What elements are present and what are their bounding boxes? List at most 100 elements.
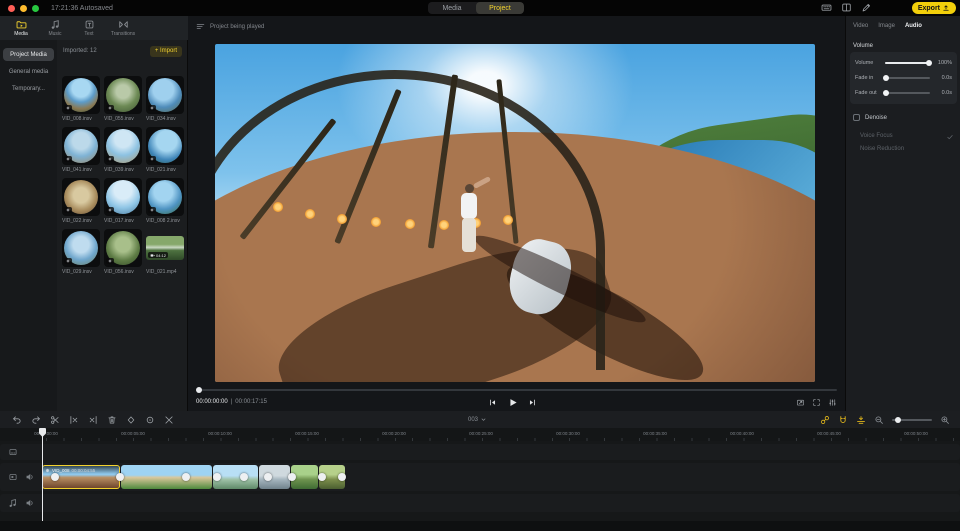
imported-count: Imported: 12 xyxy=(63,48,97,54)
zoom-out-button[interactable] xyxy=(874,415,884,425)
volume-slider-knob[interactable] xyxy=(926,60,932,66)
timeline-clip[interactable] xyxy=(121,465,212,489)
media-item[interactable]: VID_021.insv xyxy=(146,127,184,173)
minimize-window-button[interactable] xyxy=(20,5,27,12)
aspect-ratio-icon[interactable] xyxy=(796,398,805,407)
zoom-window-button[interactable] xyxy=(32,5,39,12)
fade-in-slider[interactable] xyxy=(885,77,930,79)
volume-slider[interactable] xyxy=(885,62,930,64)
tab-music[interactable]: Music xyxy=(40,19,70,37)
auto-snap-button[interactable] xyxy=(856,415,866,425)
tab-image[interactable]: Image xyxy=(878,23,895,29)
transition-handle[interactable] xyxy=(318,473,326,481)
zoom-in-button[interactable] xyxy=(940,415,950,425)
caption-track[interactable] xyxy=(0,444,960,460)
tab-media[interactable]: Media xyxy=(6,19,36,37)
rail-temporary[interactable]: Temporary... xyxy=(3,82,54,95)
tab-transitions[interactable]: Transitions xyxy=(108,19,138,37)
preview-settings-icon[interactable] xyxy=(828,398,837,407)
undo-button[interactable] xyxy=(12,415,22,425)
noise-reduction-label[interactable]: Noise Reduction xyxy=(860,146,904,152)
transition-handle[interactable] xyxy=(240,473,248,481)
tab-project-view[interactable]: Project xyxy=(476,2,524,14)
tab-media-view[interactable]: Media xyxy=(428,2,476,14)
transition-handle[interactable] xyxy=(182,473,190,481)
tab-audio[interactable]: Audio xyxy=(905,23,922,29)
timeline-ruler[interactable]: 00:00:00:00 00:00:05:00 00:00:10:00 00:0… xyxy=(0,428,960,441)
tab-video[interactable]: Video xyxy=(853,23,868,29)
marker-button[interactable] xyxy=(145,415,155,425)
media-item[interactable]: VID_029.insv xyxy=(62,229,100,275)
text-icon xyxy=(84,19,95,30)
export-icon xyxy=(942,4,950,12)
media-item[interactable]: VID_039.insv xyxy=(104,127,142,173)
delete-button[interactable] xyxy=(107,415,117,425)
media-item[interactable]: VID_017.insv xyxy=(104,178,142,224)
magnet-snap-button[interactable] xyxy=(838,415,848,425)
timeline-scroll-area[interactable] xyxy=(0,521,960,531)
speaker-icon[interactable] xyxy=(25,498,35,508)
media-item[interactable]: 04:12 VID_021.mp4 xyxy=(146,229,184,275)
music-track[interactable] xyxy=(0,494,960,512)
clip-counter-dropdown[interactable]: 003 xyxy=(468,411,487,428)
video-viewport[interactable] xyxy=(215,44,815,382)
trim-left-button[interactable] xyxy=(69,415,79,425)
media-item[interactable]: VID_022.insv xyxy=(62,178,100,224)
play-button[interactable] xyxy=(507,397,518,408)
split-button[interactable] xyxy=(50,415,60,425)
keyboard-shortcuts-icon[interactable] xyxy=(821,2,832,13)
media-item[interactable]: VID_008 2.insv xyxy=(146,178,184,224)
media-item[interactable]: VID_041.insv xyxy=(62,127,100,173)
timeline-zoom-knob[interactable] xyxy=(895,417,901,423)
fade-out-slider-knob[interactable] xyxy=(883,90,889,96)
mapping-button[interactable] xyxy=(164,415,174,425)
rail-project-media[interactable]: Project Media xyxy=(3,48,54,61)
previous-frame-button[interactable] xyxy=(488,398,497,407)
folder-media-icon xyxy=(16,19,27,30)
close-window-button[interactable] xyxy=(8,5,15,12)
link-clips-button[interactable] xyxy=(820,415,830,425)
transition-handle[interactable] xyxy=(116,473,124,481)
media-item[interactable]: VID_055.insv xyxy=(104,76,142,122)
preview-status: Project being played xyxy=(210,24,264,30)
fade-out-slider[interactable] xyxy=(885,92,930,94)
preview-seekbar[interactable] xyxy=(196,388,837,392)
denoise-checkbox[interactable] xyxy=(853,114,860,121)
fullscreen-icon[interactable] xyxy=(812,398,821,407)
transition-handle[interactable] xyxy=(264,473,272,481)
keyframe-button[interactable] xyxy=(126,415,136,425)
redo-button[interactable] xyxy=(31,415,41,425)
volume-section-title: Volume xyxy=(853,43,873,49)
360-icon xyxy=(108,106,112,110)
export-button[interactable]: Export xyxy=(912,2,956,14)
seek-handle[interactable] xyxy=(196,387,202,393)
transition-handle[interactable] xyxy=(288,473,296,481)
timeline-panel: 003 00:00:00:00 00:00:05:00 00:00:10:00 … xyxy=(0,411,960,531)
fade-in-slider-knob[interactable] xyxy=(883,75,889,81)
trim-right-button[interactable] xyxy=(88,415,98,425)
check-icon xyxy=(946,133,954,141)
tab-text[interactable]: Text xyxy=(74,19,104,37)
denoise-label: Denoise xyxy=(865,115,887,121)
transition-handle[interactable] xyxy=(338,473,346,481)
next-frame-button[interactable] xyxy=(528,398,537,407)
media-item[interactable]: VID_034.insv xyxy=(146,76,184,122)
import-button[interactable]: + Import xyxy=(150,46,182,57)
titlebar: 17:21:36 Autosaved Media Project Export xyxy=(0,0,960,16)
rail-general-media[interactable]: General media xyxy=(3,65,54,78)
playhead-line xyxy=(42,428,43,521)
timeline-zoom-slider[interactable] xyxy=(892,419,932,421)
transition-handle[interactable] xyxy=(51,473,59,481)
media-item[interactable]: VID_056.insv xyxy=(104,229,142,275)
camera-icon xyxy=(150,253,155,258)
voice-focus-label[interactable]: Voice Focus xyxy=(860,133,893,141)
360-icon xyxy=(150,157,154,161)
layout-panels-icon[interactable] xyxy=(841,2,852,13)
360-icon xyxy=(66,208,70,212)
playlist-menu-icon[interactable] xyxy=(196,22,205,31)
timeline-toolbar: 003 xyxy=(0,411,960,428)
feedback-icon[interactable] xyxy=(861,2,872,13)
transition-handle[interactable] xyxy=(213,473,221,481)
media-item[interactable]: VID_008.insv xyxy=(62,76,100,122)
360-icon xyxy=(150,208,154,212)
